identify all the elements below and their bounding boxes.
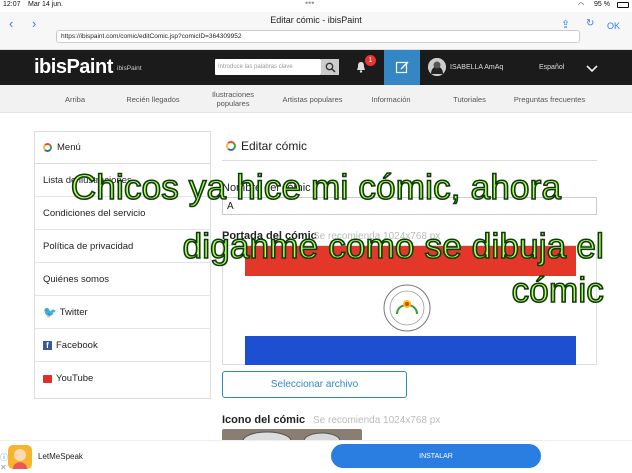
icon-label: Icono del cómic xyxy=(222,414,306,426)
adchoices-icon[interactable]: ⓘ xyxy=(0,452,8,463)
chevron-down-icon[interactable] xyxy=(586,60,598,78)
status-time: 12:07 xyxy=(3,1,21,8)
nav-item-top[interactable]: Arriba xyxy=(45,85,105,113)
status-bar: 12:07 Mar 14 jun. ••• ◠ 95 % xyxy=(0,0,632,12)
icon-hint: Se recomienda 1024x768 px xyxy=(313,415,441,426)
notification-badge: 1 xyxy=(365,55,376,66)
battery-icon xyxy=(617,2,629,8)
overlay-line-2: diganme como se dibuja el xyxy=(182,226,605,267)
flag-blue-stripe xyxy=(245,336,576,365)
sidebar-title: Menú xyxy=(57,141,81,153)
youtube-icon xyxy=(43,374,52,383)
overlay-line-3: cómic xyxy=(511,270,605,311)
nav-item-new[interactable]: Recién llegados xyxy=(113,85,193,113)
status-date: Mar 14 jun. xyxy=(28,1,64,8)
brand-label: ibisPaint xyxy=(117,65,142,72)
select-file-button[interactable]: Seleccionar archivo xyxy=(222,371,407,398)
sidebar-item-label: YouTube xyxy=(56,373,94,384)
page-title: Editar cómic - ibisPaint xyxy=(270,15,362,25)
sidebar-item-label: Condiciones del servicio xyxy=(43,207,146,219)
ad-app-name[interactable]: LetMeSpeak xyxy=(38,452,83,461)
ad-close-icon[interactable]: ✕ xyxy=(0,463,7,472)
sidebar-item-label: Facebook xyxy=(56,339,98,351)
main-header: Editar cómic xyxy=(226,139,307,153)
install-button[interactable]: INSTALAR xyxy=(331,444,541,468)
nav-item-faq[interactable]: Preguntas frecuentes xyxy=(502,85,597,113)
share-icon[interactable]: ⇪ xyxy=(561,18,570,31)
overlay-line-1: Chicos ya hice mi cómic, ahora xyxy=(70,167,562,208)
reload-icon[interactable]: ↻ xyxy=(586,18,594,29)
nav-item-popular-artists[interactable]: Artistas populares xyxy=(270,85,355,113)
main-title: Editar cómic xyxy=(241,139,308,153)
search-input[interactable]: Introduce las palabras clave xyxy=(215,59,321,75)
app-icon[interactable] xyxy=(8,445,32,469)
facebook-icon: f xyxy=(43,340,52,350)
divider xyxy=(222,160,597,161)
multitask-dots-icon[interactable]: ••• xyxy=(305,0,314,8)
url-field[interactable]: https://ibispaint.com/comic/editComic.js… xyxy=(56,30,580,43)
edit-button[interactable] xyxy=(384,50,420,85)
nav-item-tutorials[interactable]: Tutoriales xyxy=(442,85,497,113)
nav-item-info[interactable]: Información xyxy=(360,85,422,113)
edit-ring-icon xyxy=(226,141,236,151)
search-button[interactable] xyxy=(321,59,339,75)
pencil-square-icon xyxy=(395,61,409,74)
nav-item-popular-illustrations[interactable]: Ilustraciones populares xyxy=(198,85,268,113)
sidebar-item-facebook[interactable]: f Facebook xyxy=(34,329,211,362)
sidebar-header: Menú xyxy=(34,131,211,164)
site-logo[interactable]: ibisPaint xyxy=(34,56,113,79)
menu-ring-icon xyxy=(43,142,52,152)
search-icon xyxy=(325,62,336,73)
avatar[interactable] xyxy=(428,58,446,76)
language-selector[interactable]: Español xyxy=(539,64,564,71)
ok-button[interactable]: OK xyxy=(607,21,620,31)
sidebar-item-youtube[interactable]: YouTube xyxy=(34,362,211,395)
battery-percent: 95 % xyxy=(594,1,610,8)
wifi-icon: ◠ xyxy=(578,2,585,9)
user-name[interactable]: ISABELLA AmAq xyxy=(450,64,503,71)
